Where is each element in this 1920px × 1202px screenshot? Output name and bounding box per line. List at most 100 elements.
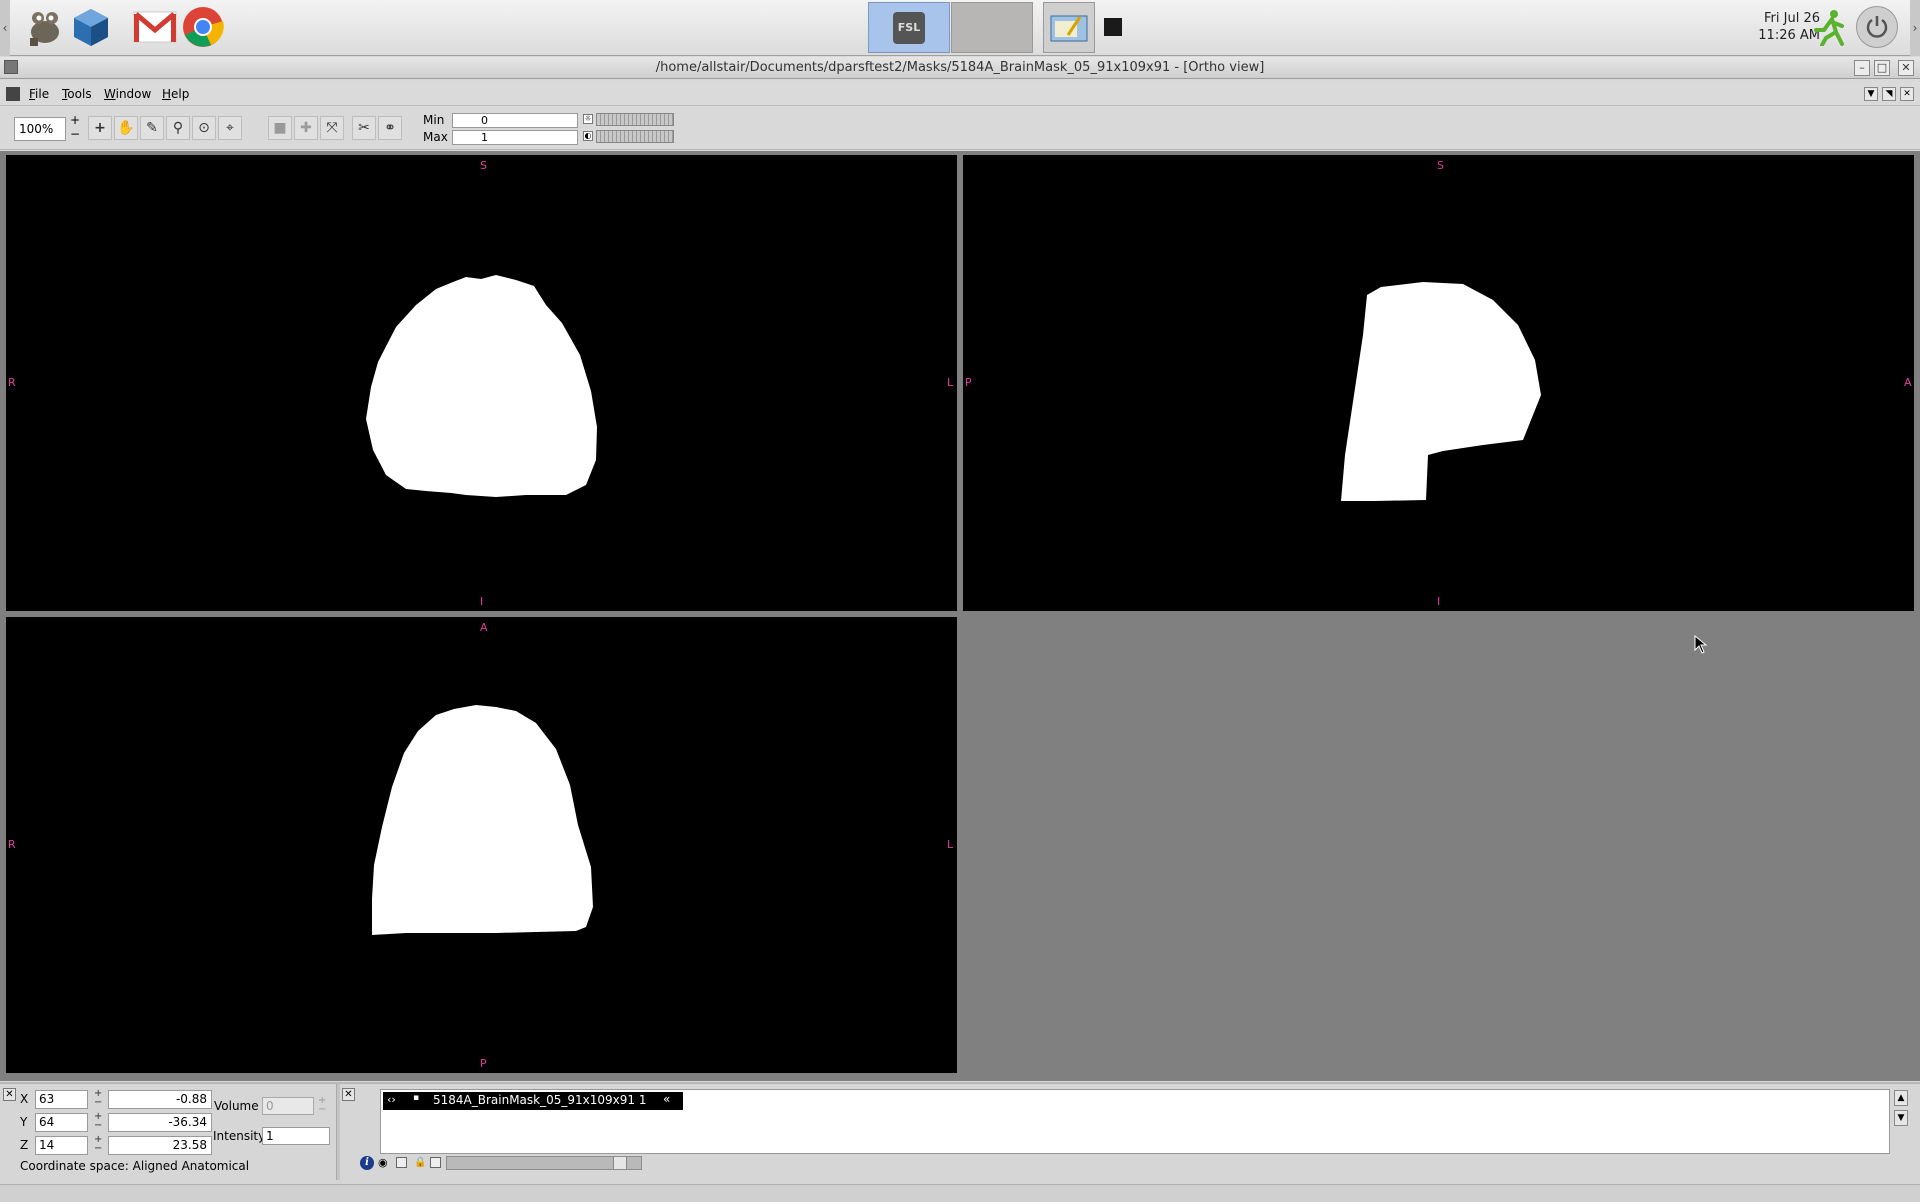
gmail-icon[interactable] (132, 4, 178, 50)
orientation-anterior: A (480, 621, 488, 634)
cut-icon[interactable]: ✂ (352, 116, 376, 140)
x-stepper[interactable]: + − (94, 1089, 102, 1108)
pan-hand-icon[interactable]: ✋ (114, 116, 138, 140)
x-world-field[interactable]: -0.88 (108, 1090, 212, 1109)
layer-collapse-icon[interactable]: « (663, 1092, 670, 1106)
ortho-workspace: S I R L S I P A A P R L (0, 151, 1920, 1081)
task-fsl-window[interactable]: FSL (868, 2, 950, 53)
y-stepper[interactable]: + − (94, 1112, 102, 1131)
eye-icon[interactable]: ◉ (378, 1157, 392, 1169)
zoom-field[interactable]: 100% (14, 117, 66, 141)
orientation-inferior: I (1437, 595, 1441, 608)
fsl-icon: FSL (893, 11, 925, 44)
coronal-brain-mask (366, 275, 597, 497)
logout-runner-icon[interactable] (1812, 8, 1848, 47)
orientation-left: L (947, 376, 954, 389)
axial-brain-mask (372, 705, 593, 935)
y-world-field[interactable]: -36.34 (108, 1113, 212, 1132)
close-button[interactable]: ✕ (1898, 60, 1914, 76)
orientation-anterior: A (1904, 376, 1912, 389)
window-titlebar[interactable]: /home/allstair/Documents/dparsftest2/Mas… (0, 57, 1920, 79)
cursor-panel-close-button[interactable]: ✕ (3, 1088, 16, 1101)
menubar: File Tools Window Help ▼ ◥ ✕ (0, 82, 1920, 106)
layer-visibility-toggle-icon[interactable]: ‹› (387, 1093, 396, 1106)
orientation-posterior: P (965, 376, 972, 389)
menu-file[interactable]: File (29, 87, 49, 101)
taskbar-scroll-right[interactable]: › (1910, 0, 1920, 56)
layer-lock-icon[interactable]: ▪ (413, 1093, 419, 1103)
sagittal-view[interactable]: S I P A (963, 155, 1914, 611)
intensity-label: Intensity (213, 1129, 266, 1143)
volume-stepper[interactable]: + − (318, 1096, 326, 1115)
coordinate-space-text: Coordinate space: Aligned Anatomical (20, 1159, 250, 1173)
layer-checkbox-1[interactable] (396, 1157, 407, 1168)
brightness-slider[interactable] (596, 113, 674, 126)
z-label: Z (20, 1138, 29, 1152)
taskbar-scroll-left[interactable]: ‹ (0, 0, 10, 56)
min-label: Min (423, 113, 445, 127)
contrast-slider[interactable] (596, 130, 674, 143)
zoom-reset-icon[interactable]: ⊙ (192, 116, 216, 140)
axes-icon[interactable]: ⤧ (320, 116, 344, 140)
power-icon[interactable] (1856, 6, 1898, 48)
x-voxel-field[interactable]: 63 (35, 1090, 88, 1109)
menu-window[interactable]: Window (104, 87, 151, 101)
crosshair-icon[interactable]: + (88, 116, 112, 140)
taskbar: ‹ FSL Fri Jul 26 11:26 AM › (0, 0, 1920, 56)
orientation-right: R (8, 838, 16, 851)
volume-field[interactable]: 0 (262, 1097, 314, 1115)
minimize-button[interactable]: – (1854, 60, 1870, 76)
info-icon[interactable]: i (360, 1156, 374, 1170)
layer-list[interactable]: ‹› ▪ 5184A_BrainMask_05_91x109x91 1 « (380, 1089, 1890, 1154)
zoom-icon[interactable]: ⚲ (166, 116, 190, 140)
zoom-out-button[interactable]: − (70, 128, 80, 140)
mdi-close-button[interactable]: ✕ (1900, 87, 1914, 101)
chrome-icon[interactable] (180, 4, 226, 50)
mdi-restore-button[interactable]: ◥ (1882, 87, 1896, 101)
z-world-field[interactable]: 23.58 (108, 1136, 212, 1155)
menu-tools[interactable]: Tools (62, 87, 92, 101)
volume-label: Volume (214, 1099, 259, 1113)
axial-view[interactable]: A P R L (6, 617, 957, 1073)
layout-single-icon[interactable]: ■ (268, 116, 292, 140)
layer-checkbox-2[interactable] (430, 1157, 441, 1168)
layer-name: 5184A_BrainMask_05_91x109x91 1 (433, 1093, 647, 1107)
min-field[interactable]: 0 (452, 113, 578, 128)
z-voxel-field[interactable]: 14 (35, 1136, 88, 1155)
brightness-icon: ☼ (583, 114, 593, 124)
center-cursor-icon[interactable]: ⌖ (218, 116, 242, 140)
task-app-small-icon[interactable] (1104, 18, 1122, 36)
orientation-superior: S (480, 159, 487, 172)
mdi-minimize-button[interactable]: ▼ (1864, 87, 1878, 101)
gimp-icon[interactable] (22, 4, 68, 50)
lock-icon[interactable]: 🔒 (414, 1157, 426, 1169)
virtualbox-icon[interactable] (68, 4, 114, 50)
window-title: /home/allstair/Documents/dparsftest2/Mas… (655, 60, 1265, 75)
layer-row[interactable]: ‹› ▪ 5184A_BrainMask_05_91x109x91 1 « (383, 1092, 683, 1110)
task-text-editor[interactable] (1043, 2, 1095, 53)
coronal-view[interactable]: S I R L (6, 155, 957, 611)
orientation-superior: S (1437, 159, 1444, 172)
z-stepper[interactable]: + − (94, 1135, 102, 1154)
opacity-slider-handle[interactable] (613, 1157, 627, 1169)
orientation-inferior: I (480, 595, 484, 608)
menu-help[interactable]: Help (162, 87, 189, 101)
binoculars-icon[interactable]: ⚭ (378, 116, 402, 140)
mdi-window-icon[interactable] (6, 87, 20, 101)
layer-panel-close-button[interactable]: ✕ (342, 1088, 355, 1101)
zoom-in-button[interactable]: + (70, 114, 80, 126)
intensity-field[interactable]: 1 (262, 1127, 330, 1145)
opacity-slider[interactable] (446, 1156, 642, 1170)
task-window-blank[interactable] (951, 2, 1033, 53)
layer-move-down-button[interactable]: ▼ (1894, 1110, 1908, 1126)
max-field[interactable]: 1 (452, 130, 578, 145)
layer-move-up-button[interactable]: ▲ (1894, 1090, 1908, 1106)
y-voxel-field[interactable]: 64 (35, 1113, 88, 1132)
sagittal-brain-mask (1341, 282, 1541, 501)
layout-ortho-icon[interactable]: ✚ (294, 116, 318, 140)
clock: Fri Jul 26 11:26 AM (1700, 10, 1820, 44)
panel-divider[interactable] (336, 1084, 340, 1180)
maximize-button[interactable]: □ (1874, 60, 1890, 76)
clock-date: Fri Jul 26 (1764, 11, 1820, 26)
pencil-icon[interactable]: ✎ (140, 116, 164, 140)
